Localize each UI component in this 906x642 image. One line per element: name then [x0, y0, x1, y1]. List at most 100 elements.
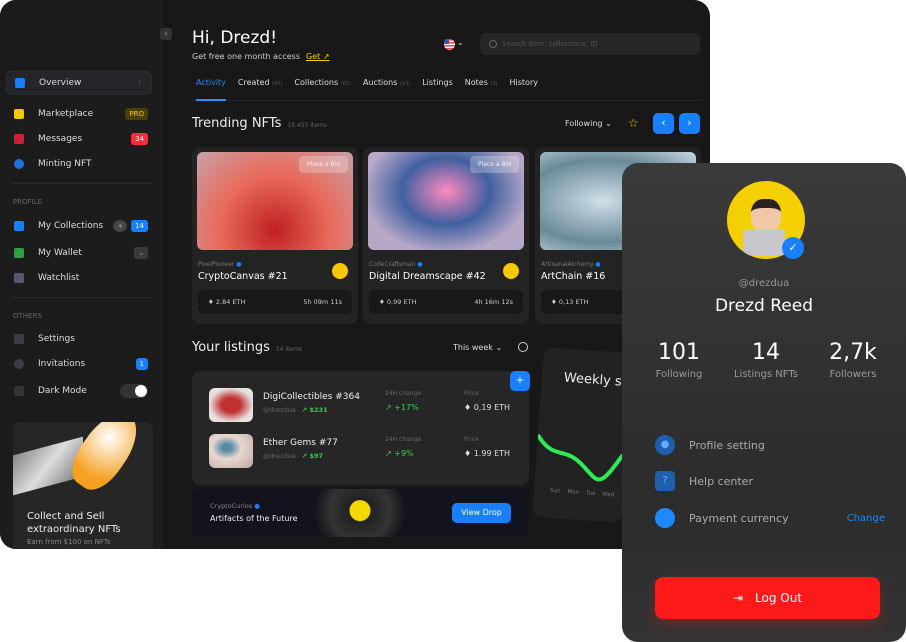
tab-notes[interactable]: Notes (3) — [465, 78, 498, 100]
eth-price: ♦ 0,13 ETH — [551, 298, 589, 306]
following-dropdown[interactable]: Following ⌄ — [565, 119, 612, 128]
profile-name: Drezd Reed — [714, 296, 814, 316]
listing-row[interactable]: Ether Gems #77 @drezdua ↗ $97 24H change … — [209, 434, 519, 470]
label: Minting NFT — [38, 159, 92, 169]
mail-icon — [14, 134, 24, 144]
nft-name: Ether Gems #77 — [263, 438, 338, 448]
label: My Collections — [38, 221, 104, 231]
profile-card: ✓ @drezdua Drezd Reed 101 Following 14 Lis… — [622, 163, 906, 642]
tab-activity[interactable]: Activity — [196, 78, 226, 101]
label: Invitations — [38, 359, 86, 369]
greeting: Hi, Drezd! — [192, 28, 278, 48]
sidebar-item-overview[interactable]: Overview ⋮ — [6, 71, 152, 95]
view-drop-button[interactable]: View Drop — [452, 503, 511, 523]
stat-listings[interactable]: 14 Listings NFTs — [721, 340, 811, 380]
nft-thumbnail — [209, 388, 253, 422]
tab-created[interactable]: Created (47) — [238, 78, 282, 100]
tab-history[interactable]: History — [510, 78, 538, 100]
grid-icon — [15, 78, 25, 88]
dark-mode-toggle[interactable] — [120, 384, 148, 398]
place-bid-button[interactable]: Place a Bid — [469, 156, 519, 173]
dark-mode-icon — [14, 386, 24, 396]
change-value: ↗ +17% — [385, 403, 419, 412]
cart-icon — [14, 109, 24, 119]
creator: PixelPioneer ● — [198, 261, 242, 268]
sidebar: Overview ⋮ Marketplace PRO Messages 34 Mint… — [0, 0, 162, 549]
logout-button[interactable]: ⇥ Log Out — [655, 577, 880, 619]
price-bar: ♦ 2.84 ETH 5h 09m 11s — [198, 290, 352, 314]
nft-thumbnail — [209, 434, 253, 468]
search-icon[interactable] — [518, 342, 528, 352]
chevron-down-icon[interactable]: ⌄ — [134, 247, 148, 259]
search-placeholder: Search item, collections, ID — [502, 40, 598, 48]
stat-followers[interactable]: 2,7k Followers — [808, 340, 898, 380]
promo-card[interactable]: Collect and Sell extraordinary NFTs Earn… — [13, 422, 153, 549]
currency-icon — [655, 508, 675, 528]
listings-title: Your listings 14 items — [192, 340, 303, 355]
watchlist-icon — [14, 273, 24, 283]
time-left: 5h 09m 11s — [303, 298, 342, 306]
sidebar-item-my-wallet[interactable]: My Wallet ⌄ — [6, 241, 152, 265]
menu-payment-currency[interactable]: Payment currency Change — [655, 507, 885, 529]
sidebar-item-dark-mode[interactable]: Dark Mode — [6, 379, 152, 403]
tab-auctions[interactable]: Auctions (14) — [363, 78, 410, 100]
menu-help-center[interactable]: ? Help center — [655, 470, 885, 492]
sidebar-item-watchlist[interactable]: Watchlist — [6, 266, 152, 290]
promo-subtitle: Earn from $100 on NFTs — [27, 538, 111, 546]
avatar[interactable] — [503, 263, 519, 279]
next-button[interactable]: › — [679, 113, 700, 134]
add-listing-button[interactable]: + — [510, 371, 530, 391]
label: Settings — [38, 334, 75, 344]
label: Marketplace — [38, 109, 94, 119]
prev-button[interactable]: ‹ — [653, 113, 674, 134]
get-link[interactable]: Get ↗ — [306, 52, 330, 61]
sidebar-item-messages[interactable]: Messages 34 — [6, 127, 152, 151]
listing-row[interactable]: DigiCollectibles #364 @drezdua ↗ $231 24H… — [209, 388, 519, 424]
price-label: Price — [464, 390, 479, 397]
more-icon[interactable]: ⋮ — [132, 77, 147, 89]
eth-price: ♦ 2.84 ETH — [208, 298, 246, 306]
us-flag-icon[interactable] — [444, 39, 455, 50]
add-icon[interactable]: + — [113, 220, 128, 232]
nft-card[interactable]: Place a Bid PixelPioneer ● CryptoCanvas … — [192, 147, 358, 324]
place-bid-button[interactable]: Place a Bid — [298, 156, 348, 173]
stat-following[interactable]: 101 Following — [634, 340, 724, 380]
eth-price: ♦ 0,99 ETH — [379, 298, 417, 306]
section-label: OTHERS — [13, 312, 42, 320]
mint-icon — [14, 159, 24, 169]
profile-handle: @drezdua — [738, 278, 790, 289]
owner: @drezdua ↗ $231 — [263, 406, 328, 414]
menu-profile-setting[interactable]: ● Profile setting — [655, 434, 885, 456]
label: Dark Mode — [38, 386, 87, 396]
tab-collections[interactable]: Collections (65) — [294, 78, 351, 100]
section-label: PROFILE — [13, 198, 43, 206]
creator: CodeCraftsman ● — [369, 261, 423, 268]
count-badge: 34 — [131, 133, 148, 145]
tab-listings[interactable]: Listings — [422, 78, 453, 100]
search-input[interactable]: Search item, collections, ID — [480, 33, 700, 55]
gem-image — [314, 489, 406, 537]
sidebar-item-marketplace[interactable]: Marketplace PRO — [6, 102, 152, 126]
promo-line: Get free one month access Get ↗ — [192, 52, 330, 61]
label: Messages — [38, 134, 83, 144]
week-dropdown[interactable]: This week ⌄ — [453, 343, 502, 352]
price-value: ♦ 0,19 ETH — [464, 403, 511, 412]
sidebar-item-minting[interactable]: Minting NFT — [6, 152, 152, 176]
weekly-line-chart — [536, 433, 628, 482]
star-icon[interactable]: ☆ — [628, 116, 639, 130]
sidebar-item-settings[interactable]: Settings — [6, 327, 152, 351]
logout-icon: ⇥ — [732, 591, 744, 605]
avatar[interactable] — [332, 263, 348, 279]
change-link[interactable]: Change — [847, 513, 885, 524]
count-badge: 1 — [135, 358, 148, 370]
change-label: 24H change — [385, 390, 422, 397]
chevron-down-icon[interactable]: ⌄ — [457, 38, 464, 47]
collapse-sidebar-button[interactable]: ‹ — [160, 28, 172, 40]
weekly-stats-card: Weekly stats SunMonTueWed — [532, 347, 634, 523]
nft-card[interactable]: Place a Bid CodeCraftsman ● Digital Drea… — [363, 147, 529, 324]
sidebar-item-my-collections[interactable]: My Collections +14 — [6, 214, 152, 238]
label: Overview — [39, 78, 82, 88]
sidebar-item-invitations[interactable]: Invitations 1 — [6, 352, 152, 376]
folder-icon — [14, 221, 24, 231]
wallet-icon — [14, 248, 24, 258]
